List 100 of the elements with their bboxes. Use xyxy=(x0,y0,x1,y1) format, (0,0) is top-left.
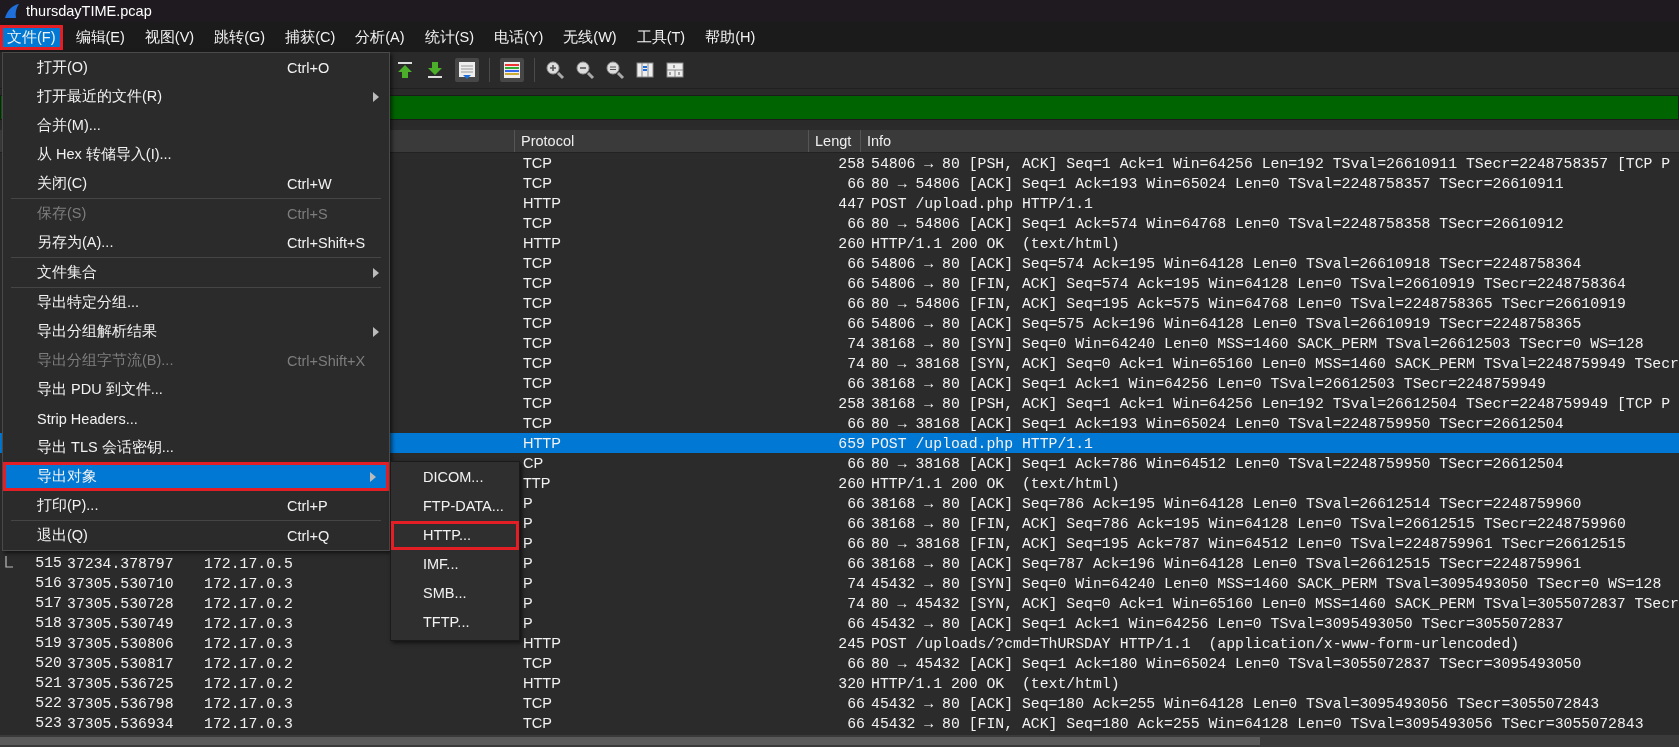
shortcut-label: Ctrl+P xyxy=(287,497,328,514)
menu-item[interactable]: 打开最近的文件(R) xyxy=(3,82,389,111)
timestamp: 37305.536798 xyxy=(67,695,174,712)
menu-bar-item[interactable]: 电话(Y) xyxy=(486,24,551,50)
menu-item[interactable]: 打开(O) Ctrl+O xyxy=(3,53,389,82)
menu-item[interactable]: IMF... xyxy=(391,550,519,579)
menu-item[interactable]: 从 Hex 转储导入(I)... xyxy=(3,140,389,169)
scrollbar-thumb[interactable] xyxy=(0,737,1260,745)
packet-row[interactable]: TCP 66 38168 → 80 [ACK] Seq=1 Ack=1 Win=64256 Len=0 TSval=26612503 TSecr=2248759949 xyxy=(390,373,1679,393)
packet-length: 66 xyxy=(847,255,865,272)
packet-row[interactable]: TCP 258 38168 → 80 [PSH, ACK] Seq=1 Ack=1 Win=64256 Len=192 TSval=26612504 TSecr=2248759949 [TCP P xyxy=(390,393,1679,413)
menu-bar-item[interactable]: 无线(W) xyxy=(556,24,624,50)
packet-info: 38168 → 80 [ACK] Seq=1 Ack=1 Win=64256 Len=0 TSval=26612503 TSecr=2248759949 xyxy=(871,375,1546,392)
menu-bar-item[interactable]: 工具(T) xyxy=(629,24,693,50)
menu-item[interactable]: FTP-DATA... xyxy=(391,492,519,521)
packet-number: 516 xyxy=(35,575,62,591)
packet-row[interactable]: HTTP 659 POST /upload.php HTTP/1.1 xyxy=(390,433,1679,453)
packet-length: 66 xyxy=(847,315,865,332)
packet-length: 66 xyxy=(847,655,865,672)
menu-item[interactable]: 导出对象 xyxy=(3,462,389,491)
packet-row[interactable]: HTTP 260 HTTP/1.1 200 OK (text/html) xyxy=(390,233,1679,253)
column-header[interactable]: Lengt xyxy=(808,130,860,152)
protocol-name: TCP xyxy=(523,355,552,371)
protocol-name: P xyxy=(523,495,533,511)
menu-bar-item[interactable]: 文件(F) xyxy=(0,24,63,50)
packet-number: 517 xyxy=(35,595,62,611)
menu-item[interactable]: 关闭(C) Ctrl+W xyxy=(3,169,389,198)
packet-row[interactable]: TCP 66 80 → 45432 [ACK] Seq=1 Ack=180 Win=65024 Len=0 TSval=3055072837 TSecr=3095493050 xyxy=(390,653,1679,673)
packet-length: 66 xyxy=(847,535,865,552)
column-header[interactable]: Info xyxy=(860,130,892,152)
column-header[interactable]: Protocol xyxy=(514,130,808,152)
menu-item[interactable]: HTTP... xyxy=(391,521,519,550)
menu-bar-item[interactable]: 跳转(G) xyxy=(207,24,273,50)
packet-length: 66 xyxy=(847,615,865,632)
protocol-name: TCP xyxy=(523,395,552,411)
packet-row[interactable]: HTTP 320 HTTP/1.1 200 OK (text/html) xyxy=(390,673,1679,693)
menu-bar-item[interactable]: 编辑(E) xyxy=(68,24,132,50)
protocol-name: CP xyxy=(523,455,544,471)
menu-bar-item[interactable]: 视图(V) xyxy=(137,24,202,50)
go-to-last-icon[interactable] xyxy=(425,60,445,80)
packet-row[interactable]: TCP 66 54806 → 80 [ACK] Seq=575 Ack=196 Win=64128 Len=0 TSval=26610919 TSecr=2248758365 xyxy=(390,313,1679,333)
protocol-name: TCP xyxy=(523,175,552,191)
packet-length: 66 xyxy=(847,715,865,732)
menu-item[interactable]: 退出(Q) Ctrl+Q xyxy=(3,521,389,550)
packet-length: 66 xyxy=(847,175,865,192)
autoscroll-icon[interactable] xyxy=(455,58,479,82)
packet-row[interactable]: TCP 66 45432 → 80 [ACK] Seq=180 Ack=255 Win=64128 Len=0 TSval=3095493056 TSecr=3055072843 xyxy=(390,693,1679,713)
zoom-out-icon[interactable] xyxy=(575,60,595,80)
resize-columns-icon[interactable] xyxy=(635,60,655,80)
protocol-name: HTTP xyxy=(523,435,561,451)
packet-length: 258 xyxy=(838,395,865,412)
menu-item[interactable]: 导出分组解析结果 xyxy=(3,317,389,346)
menu-item[interactable]: 导出 PDU 到文件... xyxy=(3,375,389,404)
packet-row[interactable]: TCP 66 54806 → 80 [ACK] Seq=574 Ack=195 Win=64128 Len=0 TSval=26610918 TSecr=2248758364 xyxy=(390,253,1679,273)
packet-length: 74 xyxy=(847,575,865,592)
menu-item[interactable]: Strip Headers... xyxy=(3,404,389,433)
packet-row[interactable]: TCP 66 54806 → 80 [FIN, ACK] Seq=574 Ack=195 Win=64128 Len=0 TSval=26610919 TSecr=2248758364 xyxy=(390,273,1679,293)
packet-row[interactable]: TCP 66 80 → 38168 [ACK] Seq=1 Ack=193 Win=65024 Len=0 TSval=2248759950 TSecr=26612504 xyxy=(390,413,1679,433)
shortcut-label: Ctrl+Shift+X xyxy=(287,352,366,369)
menu-bar-item[interactable]: 帮助(H) xyxy=(698,24,763,50)
menu-item[interactable]: 导出特定分组... xyxy=(3,288,389,317)
packet-length: 66 xyxy=(847,455,865,472)
menu-item[interactable]: 文件集合 xyxy=(3,258,389,287)
packet-info: 80 → 38168 [SYN, ACK] Seq=0 Ack=1 Win=65160 Len=0 MSS=1460 SACK_PERM TSval=2248759949 TSecr xyxy=(870,355,1679,372)
go-to-first-icon[interactable] xyxy=(395,60,415,80)
packet-length: 66 xyxy=(847,375,865,392)
menu-item[interactable]: 合并(M)... xyxy=(3,111,389,140)
horizontal-scrollbar[interactable] xyxy=(0,735,1679,747)
packet-row[interactable]: TCP 74 38168 → 80 [SYN] Seq=0 Win=64240 Len=0 MSS=1460 SACK_PERM TSval=26612503 TSecr=0 WS=128 xyxy=(390,333,1679,353)
zoom-reset-icon[interactable] xyxy=(605,60,625,80)
packet-number: 520 xyxy=(35,655,62,671)
protocol-name: P xyxy=(523,615,533,631)
packet-row[interactable]: TCP 66 80 → 54806 [FIN, ACK] Seq=195 Ack=575 Win=64768 Len=0 TSval=2248758365 TSecr=26610919 xyxy=(390,293,1679,313)
packet-row[interactable]: TCP 74 80 → 38168 [SYN, ACK] Seq=0 Ack=1 Win=65160 Len=0 MSS=1460 SACK_PERM TSval=2248759949 TSecr xyxy=(390,353,1679,373)
menu-item[interactable]: 打印(P)... Ctrl+P xyxy=(3,491,389,520)
packet-info: 54806 → 80 [PSH, ACK] Seq=1 Ack=1 Win=64256 Len=192 TSval=26610911 TSecr=2248758357 [TCP P xyxy=(871,155,1671,172)
menu-item[interactable]: 导出 TLS 会话密钥... xyxy=(3,433,389,462)
menu-bar-item[interactable]: 捕获(C) xyxy=(278,24,343,50)
menu-item[interactable]: 另存为(A)... Ctrl+Shift+S xyxy=(3,228,389,257)
protocol-name: TTP xyxy=(523,475,551,491)
table-layout-icon[interactable] xyxy=(665,60,685,80)
packet-number: 523 xyxy=(35,715,62,731)
packet-number: 519 xyxy=(35,635,62,651)
colorize-icon[interactable] xyxy=(500,58,524,82)
packet-row[interactable]: TCP 66 80 → 54806 [ACK] Seq=1 Ack=574 Win=64768 Len=0 TSval=2248758358 TSecr=26610912 xyxy=(390,213,1679,233)
protocol-name: HTTP xyxy=(523,235,561,251)
menu-bar-item[interactable]: 统计(S) xyxy=(417,24,481,50)
packet-info: 38168 → 80 [ACK] Seq=787 Ack=196 Win=64128 Len=0 TSval=26612515 TSecr=2248759961 xyxy=(871,555,1582,572)
menu-item[interactable]: DICOM... xyxy=(391,463,519,492)
packet-length: 66 xyxy=(847,215,865,232)
menu-item[interactable]: SMB... xyxy=(391,579,519,608)
packet-info: 80 → 45432 [SYN, ACK] Seq=0 Ack=1 Win=65160 Len=0 MSS=1460 SACK_PERM TSval=3055072837 TSecr xyxy=(870,595,1679,612)
packet-row[interactable]: TCP 258 54806 → 80 [PSH, ACK] Seq=1 Ack=1 Win=64256 Len=192 TSval=26610911 TSecr=2248758357 [TCP P xyxy=(390,153,1679,173)
source-address: 172.17.0.3 xyxy=(204,575,293,592)
packet-length: 260 xyxy=(838,475,865,492)
packet-row[interactable]: TCP 66 45432 → 80 [FIN, ACK] Seq=180 Ack=255 Win=64128 Len=0 TSval=3095493056 TSecr=3055072843 xyxy=(390,713,1679,733)
packet-row[interactable]: HTTP 447 POST /upload.php HTTP/1.1 xyxy=(390,193,1679,213)
menu-bar-item[interactable]: 分析(A) xyxy=(348,24,412,50)
packet-row[interactable]: TCP 66 80 → 54806 [ACK] Seq=1 Ack=193 Win=65024 Len=0 TSval=2248758357 TSecr=26610911 xyxy=(390,173,1679,193)
zoom-in-icon[interactable] xyxy=(545,60,565,80)
